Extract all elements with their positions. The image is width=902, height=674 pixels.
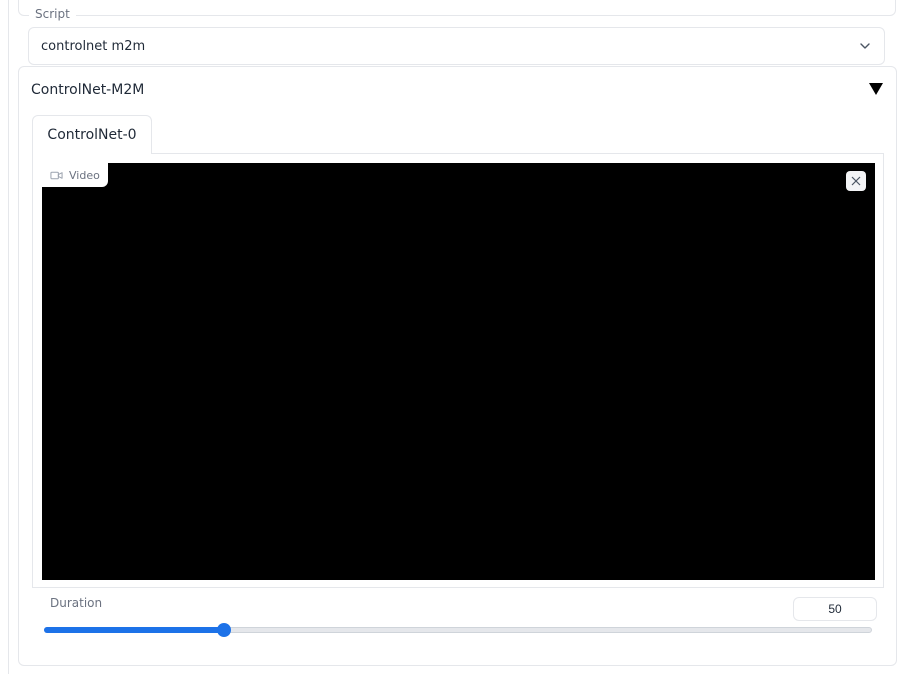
triangle-down-icon[interactable] [868,81,884,97]
video-camera-icon [50,171,63,179]
tab-label: ControlNet-0 [47,127,137,143]
duration-label: Duration [50,596,103,610]
controlnet-m2m-accordion: ControlNet-M2M ControlNet-0 Video Durati… [18,66,897,666]
video-badge-label: Video [69,168,100,182]
duration-slider[interactable] [44,623,872,637]
script-dropdown-value: controlnet m2m [41,38,146,54]
tab-controlnet-0[interactable]: ControlNet-0 [32,115,152,154]
left-divider [8,0,9,674]
duration-number-input[interactable] [793,597,877,621]
page: Script controlnet m2m ControlNet-M2M Con… [0,0,902,674]
video-upload-area[interactable]: Video [42,163,875,580]
previous-panel [18,0,896,16]
slider-thumb[interactable] [217,623,231,637]
chevron-down-icon [860,43,870,49]
script-dropdown[interactable]: controlnet m2m [28,27,885,65]
tab-panel-controlnet-0: Video [32,153,884,588]
video-badge: Video [42,163,108,187]
clear-video-button[interactable] [846,171,866,191]
slider-fill [44,627,224,633]
accordion-title[interactable]: ControlNet-M2M [31,82,144,98]
script-label: Script [29,7,76,21]
close-icon [851,176,861,186]
